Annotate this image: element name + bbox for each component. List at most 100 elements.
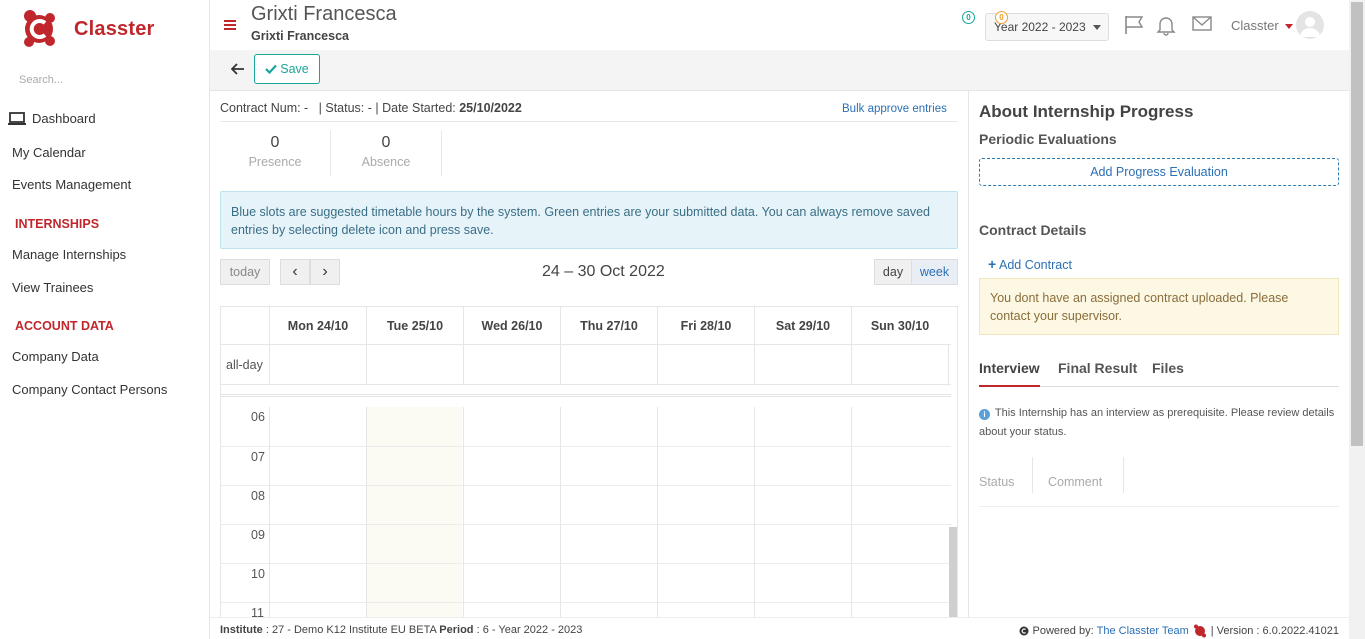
day-header: Tue 25/10 [366,307,463,345]
prev-week-button[interactable]: ‹ [280,259,310,285]
flag-icon[interactable] [1123,15,1145,35]
search-input[interactable] [19,74,189,86]
divider [441,130,442,176]
chevron-down-icon [1092,24,1101,30]
add-contract-button[interactable]: + Add Contract [988,256,1072,272]
sidebar-item-company-data[interactable]: Company Data [12,349,99,364]
week-calendar: Mon 24/10 Tue 25/10 Wed 26/10 Thu 27/10 … [220,306,958,618]
hour-row[interactable]: 08 [221,485,951,525]
contract-status: | Status: - | Date Started: [318,101,456,115]
absence-label: Absence [361,155,411,169]
divider [1032,457,1033,493]
sidebar-item-events-management[interactable]: Events Management [12,177,131,192]
hour-row[interactable]: 09 [221,524,951,564]
footer-institute: Institute : 27 - Demo K12 Institute EU B… [220,624,582,636]
section-account-data: ACCOUNT DATA [15,319,114,333]
check-icon [265,64,278,74]
day-header: Mon 24/10 [269,307,366,345]
powered-by-label: Powered by: [1032,625,1094,637]
contract-summary: Contract Num: - | Status: - | Date Start… [220,101,522,115]
date-started: 25/10/2022 [459,101,522,115]
institute-label: Institute [220,624,263,636]
page-scrollbar-thumb[interactable] [1351,2,1363,446]
absence-value: 0 [381,134,391,151]
hour-label: 08 [251,489,265,503]
info-icon: i [979,409,990,420]
hour-label: 10 [251,567,265,581]
avatar[interactable] [1296,11,1324,39]
bulk-approve-link[interactable]: Bulk approve entries [842,103,947,115]
sidebar-item-my-calendar[interactable]: My Calendar [12,145,86,160]
tab-final-result[interactable]: Final Result [1058,360,1137,387]
tab-interview[interactable]: Interview [979,360,1040,387]
envelope-icon[interactable] [1192,14,1214,34]
table-header-status: Status [979,475,1015,489]
plus-icon: + [988,256,997,272]
presence-value: 0 [270,134,280,151]
divider [220,121,958,122]
day-view-button[interactable]: day [874,259,912,285]
calendar-header-row: Mon 24/10 Tue 25/10 Wed 26/10 Thu 27/10 … [221,307,951,345]
today-button[interactable]: today [220,259,270,285]
divider [1123,457,1124,493]
table-header-comment: Comment [1048,475,1103,489]
progress-title: About Internship Progress [979,102,1194,121]
day-header: Sat 29/10 [754,307,851,345]
institute-value: : 27 - Demo K12 Institute EU BETA [265,624,437,636]
footer: Institute : 27 - Demo K12 Institute EU B… [210,617,1349,639]
detail-tabs: Interview Final Result Files [979,356,1339,387]
day-header: Thu 27/10 [560,307,657,345]
interview-info: i This Internship has an interview as pr… [979,404,1339,442]
next-week-button[interactable]: › [310,259,340,285]
sidebar-item-manage-internships[interactable]: Manage Internships [12,247,126,262]
hour-label: 09 [251,528,265,542]
classter-small-logo-icon [1193,624,1206,638]
footer-credits: Powered by: The Classter Team | Version … [1019,624,1339,638]
sidebar-item-company-contact-persons[interactable]: Company Contact Persons [12,382,167,397]
day-header: Sun 30/10 [851,307,948,345]
day-header: Fri 28/10 [657,307,754,345]
periodic-evaluations-heading: Periodic Evaluations [979,131,1117,147]
user-avatar-icon [1300,17,1320,37]
sidebar-item-view-trainees[interactable]: View Trainees [12,280,93,295]
chevron-down-icon[interactable] [1285,24,1293,29]
page-scrollbar[interactable] [1349,0,1365,639]
hamburger-menu-icon[interactable] [224,20,236,30]
bell-icon[interactable] [1155,14,1177,36]
hour-row[interactable]: 11 [221,602,951,617]
allday-row[interactable]: all-day [221,345,951,385]
presence-stat: 0 Presence [220,134,330,169]
version-label: | Version : 6.0.2022.41021 [1210,625,1339,637]
messages-badge: 0 [995,11,1008,24]
hour-row[interactable]: 10 [221,563,951,603]
add-contract-label: Add Contract [998,258,1072,272]
back-arrow-icon[interactable] [231,62,245,76]
add-progress-evaluation-button[interactable]: Add Progress Evaluation [979,158,1339,186]
week-view-button[interactable]: week [911,259,958,285]
user-menu[interactable]: Classter [1231,18,1279,33]
sidebar-item-dashboard[interactable]: Dashboard [8,111,96,126]
classter-team-link[interactable]: The Classter Team [1097,625,1189,637]
contract-details-heading: Contract Details [979,222,1087,238]
page-subtitle: Grixti Francesca [251,29,349,43]
hour-row[interactable]: 06 [221,407,951,447]
divider [221,385,951,397]
allday-label: all-day [226,358,263,372]
page-title: Grixti Francesca [251,3,397,25]
period-value: : 6 - Year 2022 - 2023 [476,624,583,636]
classter-logo[interactable]: Classter [20,8,155,50]
contract-num: Contract Num: - [220,101,309,115]
notifications-badge: 0 [962,11,975,24]
tab-files[interactable]: Files [1152,360,1184,387]
contract-warning: You dont have an assigned contract uploa… [979,278,1339,335]
divider [968,91,969,617]
sidebar-item-label: Dashboard [32,111,96,126]
interview-info-text: This Internship has an interview as prer… [979,407,1335,438]
calendar-scrollbar[interactable] [949,527,957,617]
hour-row[interactable]: 07 [221,446,951,486]
chevron-right-icon: › [322,263,328,280]
year-select-value: Year 2022 - 2023 [994,20,1086,34]
save-button[interactable]: Save [254,54,320,84]
brand-name: Classter [74,17,155,40]
period-label: Period [439,624,474,636]
